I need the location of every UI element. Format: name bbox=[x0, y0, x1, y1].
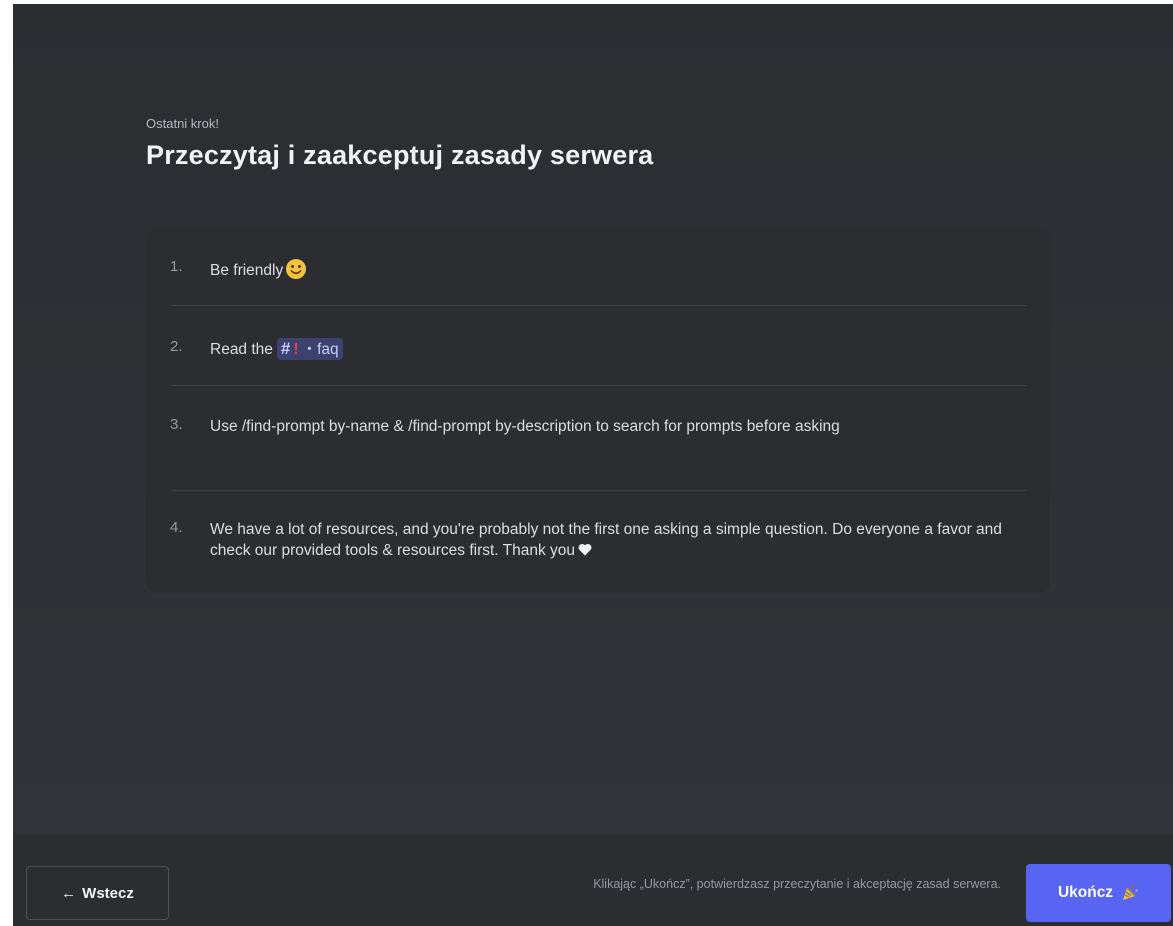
rule-divider bbox=[170, 490, 1026, 491]
channel-separator: ・ bbox=[301, 341, 318, 358]
party-popper-icon bbox=[1123, 885, 1138, 900]
finish-button-label: Ukończ bbox=[1057, 884, 1114, 901]
rule-number: 4. bbox=[170, 519, 183, 536]
back-button[interactable]: ← Wstecz bbox=[26, 866, 169, 920]
smiley-emoji-icon bbox=[286, 259, 307, 279]
channel-name: faq bbox=[317, 341, 339, 358]
exclamation-emoji: ! bbox=[293, 341, 299, 358]
finish-button[interactable]: Ukończ bbox=[1026, 864, 1171, 922]
rules-step-content: Ostatni krok! Przeczytaj i zaakceptuj za… bbox=[13, 4, 1173, 834]
rule-number: 2. bbox=[170, 338, 183, 355]
rule-text: Read the #! ・faq bbox=[210, 338, 1016, 360]
rule-divider bbox=[170, 385, 1026, 386]
rule-text: Use /find-prompt by-name & /find-prompt … bbox=[210, 418, 840, 435]
rule-number: 3. bbox=[170, 416, 183, 433]
rule-text: We have a lot of resources, and you're p… bbox=[210, 521, 1002, 559]
step-eyebrow: Ostatni krok! bbox=[146, 116, 219, 131]
rule-text: Be friendly bbox=[210, 258, 1016, 281]
heart-emoji-icon bbox=[578, 543, 592, 556]
rule-divider bbox=[170, 305, 1026, 306]
arrow-left-icon: ← bbox=[61, 884, 77, 902]
channel-mention-faq[interactable]: #! ・faq bbox=[276, 338, 343, 360]
rule-number: 1. bbox=[170, 258, 183, 275]
footer-bar: ← Wstecz Klikając „Ukończ”, potwierdzasz… bbox=[13, 834, 1173, 926]
back-button-label: Wstecz bbox=[82, 884, 134, 902]
rules-acceptance-notice: Klikając „Ukończ”, potwierdzasz przeczyt… bbox=[593, 877, 1001, 891]
rule-item-4: 4. We have a lot of resources, and you'r… bbox=[170, 519, 1026, 563]
rule-item-1: 1. Be friendly bbox=[170, 258, 1026, 282]
onboarding-modal: Ostatni krok! Przeczytaj i zaakceptuj za… bbox=[13, 4, 1173, 926]
rule-item-3: 3. Use /find-prompt by-name & /find-prom… bbox=[170, 416, 1026, 460]
rule-item-2: 2. Read the #! ・faq bbox=[170, 338, 1026, 362]
hash-icon: # bbox=[280, 339, 291, 358]
page-title: Przeczytaj i zaakceptuj zasady serwera bbox=[146, 140, 654, 170]
rules-list: 1. Be friendly 2. Read the #! ・faq 3. Use … bbox=[146, 229, 1050, 593]
